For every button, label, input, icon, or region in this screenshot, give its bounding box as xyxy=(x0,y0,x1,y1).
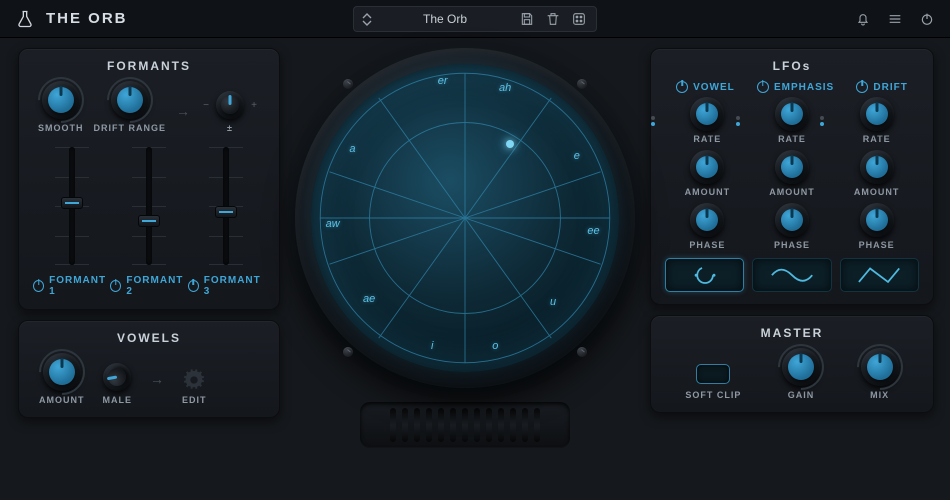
knob-lfo-emph-amount[interactable] xyxy=(775,150,809,184)
knob-mix[interactable]: MIX xyxy=(861,348,899,400)
arrow-icon: → xyxy=(150,371,164,387)
knob-voice-label: MALE xyxy=(103,395,133,405)
lfo-vowel-label: VOWEL xyxy=(693,82,735,93)
lfos-title: LFOs xyxy=(665,59,919,73)
logo-flask-icon xyxy=(14,8,36,30)
dice-icon[interactable] xyxy=(570,10,588,28)
knob-smooth[interactable]: SMOOTH xyxy=(38,81,84,133)
preset-selector[interactable]: The Orb xyxy=(353,6,597,32)
knob-gain-label: GAIN xyxy=(788,390,815,400)
formants-title: FORMANTS xyxy=(33,59,265,73)
toggle-formant-2-label: FORMANT 2 xyxy=(126,275,187,297)
knob-lfo-emph-phase[interactable] xyxy=(775,203,809,237)
lfo-wave-emphasis[interactable] xyxy=(752,258,831,292)
knob-lfo-vowel-rate[interactable] xyxy=(690,97,724,131)
gear-icon[interactable] xyxy=(183,369,205,391)
formant-slider-3[interactable] xyxy=(214,147,238,265)
lfo-rate-label-3: RATE xyxy=(863,134,891,144)
save-icon[interactable] xyxy=(518,10,536,28)
vowels-panel: VOWELS AMOUNT MALE → EDIT xyxy=(18,320,280,418)
lfo-rate-label-1: RATE xyxy=(693,134,721,144)
knob-drift-range[interactable]: DRIFT RANGE xyxy=(94,81,167,133)
bell-icon[interactable] xyxy=(854,10,872,28)
knob-vowel-amount-label: AMOUNT xyxy=(39,395,85,405)
lfo-phase-label-3: PHASE xyxy=(859,240,895,250)
knob-lfo-vowel-phase[interactable] xyxy=(690,203,724,237)
vowel-edit-label: EDIT xyxy=(182,395,207,405)
toggle-formant-3-label: FORMANT 3 xyxy=(204,275,265,297)
lfo-wave-vowel[interactable] xyxy=(665,258,744,292)
master-title: MASTER xyxy=(665,326,919,340)
toggle-lfo-emphasis[interactable]: EMPHASIS xyxy=(757,81,834,93)
softclip-label: SOFT CLIP xyxy=(685,390,741,400)
arrow-icon: → xyxy=(176,103,190,119)
toggle-lfo-drift[interactable]: DRIFT xyxy=(856,81,907,93)
lfo-amount-label-3: AMOUNT xyxy=(854,187,900,197)
toggle-lfo-vowel[interactable]: VOWEL xyxy=(676,81,735,93)
knob-plus-minus[interactable]: −+ ± xyxy=(200,91,260,133)
formants-panel: FORMANTS SMOOTH DRIFT RANGE → −+ ± xyxy=(18,48,280,310)
knob-lfo-drift-rate[interactable] xyxy=(860,97,894,131)
trash-icon[interactable] xyxy=(544,10,562,28)
softclip-toggle[interactable] xyxy=(696,364,730,384)
main: FORMANTS SMOOTH DRIFT RANGE → −+ ± xyxy=(0,38,950,500)
power-icon[interactable] xyxy=(918,10,936,28)
knob-lfo-drift-phase[interactable] xyxy=(860,203,894,237)
toggle-formant-2[interactable]: FORMANT 2 xyxy=(110,275,187,297)
formant-slider-1[interactable] xyxy=(60,147,84,265)
knob-gain[interactable]: GAIN xyxy=(782,348,820,400)
app-title: THE ORB xyxy=(46,10,128,27)
vowels-title: VOWELS xyxy=(33,331,265,345)
toggle-formant-1[interactable]: FORMANT 1 xyxy=(33,275,110,297)
knob-smooth-label: SMOOTH xyxy=(38,123,84,133)
lfo-phase-label-1: PHASE xyxy=(689,240,725,250)
knob-vowel-amount[interactable]: AMOUNT xyxy=(39,353,85,405)
top-bar: THE ORB The Orb xyxy=(0,0,950,38)
knob-plus-minus-label: ± xyxy=(227,123,233,133)
lfos-panel: LFOs VOWEL EMPHASIS DRIFT RATE RATE RATE… xyxy=(650,48,934,305)
knob-lfo-vowel-amount[interactable] xyxy=(690,150,724,184)
knob-lfo-emph-rate[interactable] xyxy=(775,97,809,131)
lfo-rate-label-2: RATE xyxy=(778,134,806,144)
menu-icon[interactable] xyxy=(886,10,904,28)
master-panel: MASTER SOFT CLIP GAIN MIX xyxy=(650,315,934,413)
lfo-amount-label-1: AMOUNT xyxy=(685,187,731,197)
lfo-phase-label-2: PHASE xyxy=(774,240,810,250)
preset-stepper[interactable] xyxy=(362,13,372,26)
preset-name: The Orb xyxy=(380,12,510,26)
formant-slider-2[interactable] xyxy=(137,147,161,265)
toggle-formant-1-label: FORMANT 1 xyxy=(49,275,110,297)
lfo-wave-drift[interactable] xyxy=(840,258,919,292)
lfo-emphasis-label: EMPHASIS xyxy=(774,82,834,93)
lfo-amount-label-2: AMOUNT xyxy=(769,187,815,197)
orb-display[interactable]: er ah e ee u o i ae aw a xyxy=(295,48,635,388)
vent-grille xyxy=(360,402,570,448)
knob-voice[interactable]: MALE xyxy=(103,363,133,405)
knob-drift-range-label: DRIFT RANGE xyxy=(94,123,167,133)
lfo-drift-label: DRIFT xyxy=(873,82,907,93)
toggle-formant-3[interactable]: FORMANT 3 xyxy=(188,275,265,297)
knob-lfo-drift-amount[interactable] xyxy=(860,150,894,184)
knob-mix-label: MIX xyxy=(870,390,889,400)
